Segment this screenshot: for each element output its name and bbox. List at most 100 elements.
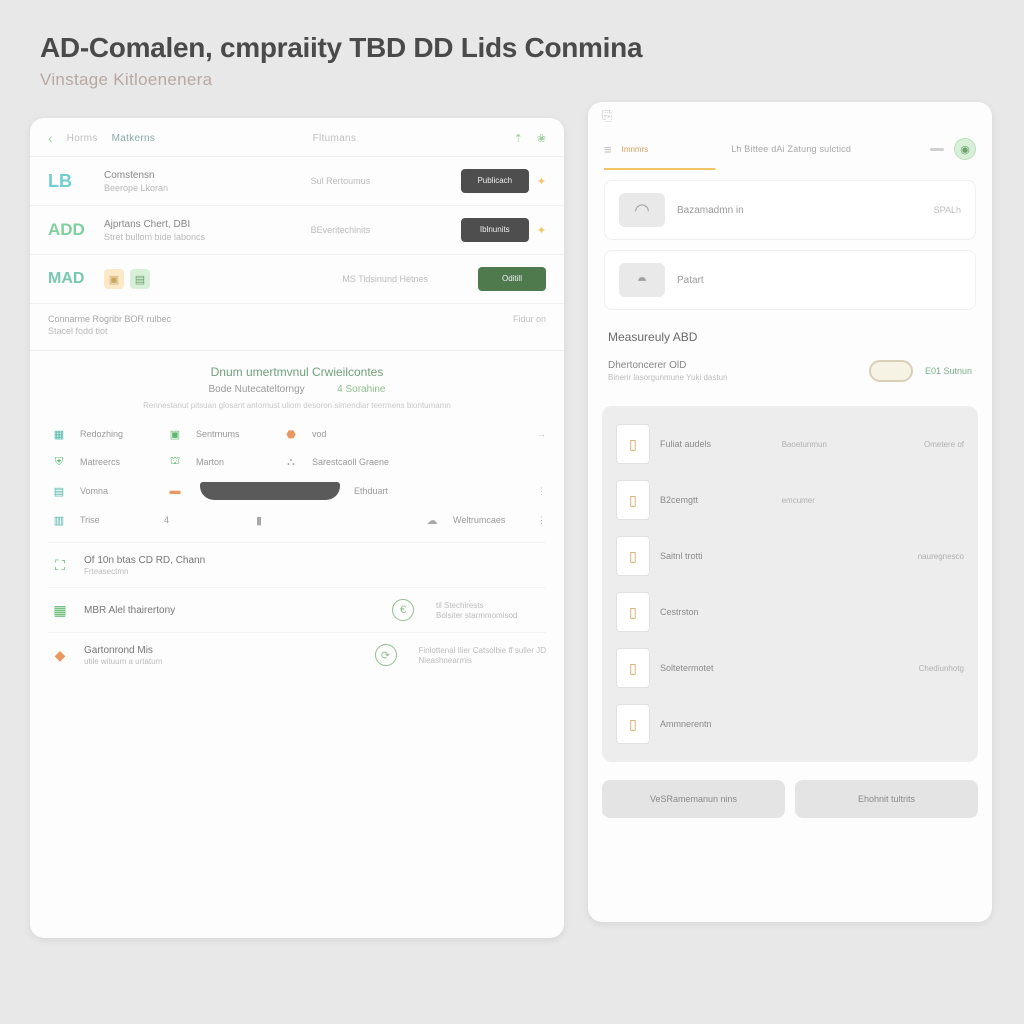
- list-row[interactable]: MAD ▣ ▤ MS Tidsinund Hetnes Oditill: [30, 255, 564, 304]
- page-title: AD-Comalen, cmpraiity TBD DD Lids Conmin…: [40, 32, 984, 64]
- tag-label: Sarestcaoll Graene: [312, 457, 389, 467]
- page-subtitle: Vinstage Kitloenenera: [40, 70, 984, 90]
- grid-col: emcumer: [782, 496, 873, 505]
- item-meta: Bolsiter starmmomisod: [436, 611, 546, 620]
- detail-button-primary[interactable]: VeSRamemanun nins: [602, 780, 785, 818]
- list-row[interactable]: LB Comstensn Beerope Lkoran Sul Rertoumu…: [30, 157, 564, 206]
- refresh-icon[interactable]: ⟳: [375, 644, 397, 666]
- feature-title: Dhertoncerer OlD: [608, 360, 857, 371]
- row-mid: BEveritechinits: [311, 225, 461, 235]
- item-title: Gartonrond Mis: [84, 645, 363, 656]
- panel-list: ‹ Horms Matkerns Fltumans ⇡ ❀ LB Comsten…: [30, 118, 564, 938]
- product-value: SPALh: [934, 205, 961, 215]
- grid-label: Fuliat audels: [660, 439, 772, 449]
- star-icon[interactable]: ✦: [537, 175, 546, 188]
- grid-col: nauregnesco: [883, 552, 964, 561]
- tag-icon: ⛬: [280, 454, 302, 470]
- brand-logo: MAD: [48, 270, 104, 288]
- item-title: Of 10n btas CD RD, Chann: [84, 555, 546, 566]
- list-item[interactable]: ▦ MBR Alel thairertony € til Stechirests…: [48, 587, 546, 632]
- brand-logo: ADD: [48, 220, 104, 240]
- tag-label: Matreercs: [80, 457, 154, 467]
- detail-button-secondary[interactable]: Ehohnit tultrits: [795, 780, 978, 818]
- tag-icon: ☁: [421, 512, 443, 528]
- tab-matters[interactable]: Matkerns: [112, 133, 156, 144]
- detail-tab[interactable]: Imnmrs: [622, 145, 649, 154]
- feature-row: Dhertoncerer OlD Binerir lasorgunmune Yu…: [588, 348, 992, 394]
- grid-row[interactable]: ▯ B2cemgtt emcumer: [614, 472, 966, 528]
- product-card[interactable]: ◠ Bazamadmn in SPALh: [604, 180, 976, 240]
- tab-home[interactable]: Horms: [67, 133, 98, 144]
- badge-icon: ▣: [104, 269, 124, 289]
- menu-icon[interactable]: ≡: [604, 142, 612, 157]
- item-sub: utile wituum a urtatum: [84, 657, 363, 666]
- section-sub: Bode Nutecateltorngy: [209, 384, 305, 395]
- arrow-icon[interactable]: →: [537, 429, 546, 439]
- detail-grid: ▯ Fuliat audels Baoetunmun Ometere of ▯ …: [602, 406, 978, 762]
- grid-label: Cestrston: [660, 607, 772, 617]
- tag-row: ▦ Redozhing ▣ Sentrnums ⬣ vod →: [48, 420, 546, 448]
- row-action-button[interactable]: Oditill: [478, 267, 546, 291]
- leaf-icon[interactable]: ❀: [537, 132, 546, 145]
- minimize-icon[interactable]: [930, 148, 944, 151]
- tag-icon: ▤: [48, 483, 70, 499]
- detail-title: Lh Bittee dAi Zatung sulcticd: [662, 144, 920, 154]
- panel-detail: ⎘ ≡ Imnmrs Lh Bittee dAi Zatung sulcticd…: [588, 102, 992, 922]
- row-action-button[interactable]: Publicach: [461, 169, 529, 193]
- grid-label: Soltetermotet: [660, 663, 772, 673]
- grid-thumb: ▯: [616, 480, 650, 520]
- grid-col: Chediunhotg: [883, 664, 964, 673]
- signal-icon[interactable]: ⇡: [514, 132, 523, 145]
- foot-line: Connarme Rogribr BOR rulbec: [48, 314, 546, 324]
- item-icon: ◆: [48, 643, 72, 667]
- item-meta: Finlottenal Ilier Catsolbie ff suller JD: [419, 646, 546, 655]
- grid-row[interactable]: ▯ Soltetermotet Chediunhotg: [614, 640, 966, 696]
- section-heading: Dnum umertmvnul Crwieilcontes: [48, 365, 546, 379]
- item-title: MBR Alel thairertony: [84, 605, 380, 616]
- tag-label: 4: [164, 515, 238, 525]
- tag-icon: ▣: [164, 426, 186, 442]
- grid-row[interactable]: ▯ Saitnl trotti nauregnesco: [614, 528, 966, 584]
- row-subtitle: Beerope Lkoran: [104, 183, 311, 193]
- grid-row[interactable]: ▯ Ammnerentn: [614, 696, 966, 752]
- star-icon[interactable]: ✦: [537, 224, 546, 237]
- grid-thumb: ▯: [616, 536, 650, 576]
- product-card[interactable]: ◓ Patart: [604, 250, 976, 310]
- grid-thumb: ▯: [616, 592, 650, 632]
- foot-line: Stacel fodd tiot: [48, 326, 546, 336]
- item-sub: Frteasectmn: [84, 567, 546, 576]
- row-mid: Sul Rertoumus: [311, 176, 461, 186]
- tag-icon: ⬣: [280, 426, 302, 442]
- grid-thumb: ▯: [616, 424, 650, 464]
- badge-icon: ▤: [130, 269, 150, 289]
- row-title: Ajprtans Chert, DBI: [104, 219, 311, 230]
- tag-label: Weltrumcaes: [453, 515, 527, 525]
- tab-filters[interactable]: Fltumans: [313, 133, 357, 144]
- avatar[interactable]: ◉: [954, 138, 976, 160]
- paperclip-icon[interactable]: ⎘: [602, 108, 612, 123]
- detail-section-heading: Measureuly ABD: [608, 330, 972, 344]
- more-icon[interactable]: ⋮: [537, 515, 546, 526]
- list-item[interactable]: ◆ Gartonrond Mis utile wituum a urtatum …: [48, 632, 546, 677]
- grid-row[interactable]: ▯ Fuliat audels Baoetunmun Ometere of: [614, 416, 966, 472]
- list-item[interactable]: ⛶ Of 10n btas CD RD, Chann Frteasectmn: [48, 542, 546, 587]
- row-action-button[interactable]: Iblnunits: [461, 218, 529, 242]
- progress-bar: [604, 168, 976, 170]
- grid-thumb: ▯: [616, 704, 650, 744]
- back-icon[interactable]: ‹: [48, 130, 53, 146]
- grid-row[interactable]: ▯ Cestrston: [614, 584, 966, 640]
- more-icon[interactable]: ⋮: [537, 486, 546, 497]
- item-meta: Nieashnearmis: [419, 656, 546, 665]
- tag-row: ▥ Trise 4 ▮ ☁ Weltrumcaes ⋮: [48, 506, 546, 534]
- row-title: Comstensn: [104, 170, 311, 181]
- item-meta: til Stechirests: [436, 601, 546, 610]
- tag-label: Redozhing: [80, 429, 154, 439]
- tag-icon: ▦: [48, 426, 70, 442]
- grid-col: Baoetunmun: [782, 440, 873, 449]
- tag-icon: ▬: [164, 483, 186, 499]
- row-mid: MS Tidsinund Hetnes: [342, 274, 478, 284]
- list-row[interactable]: ADD Ajprtans Chert, DBI Stret bullom bid…: [30, 206, 564, 255]
- grid-col: Ometere of: [883, 440, 964, 449]
- currency-icon[interactable]: €: [392, 599, 414, 621]
- grid-label: Saitnl trotti: [660, 551, 772, 561]
